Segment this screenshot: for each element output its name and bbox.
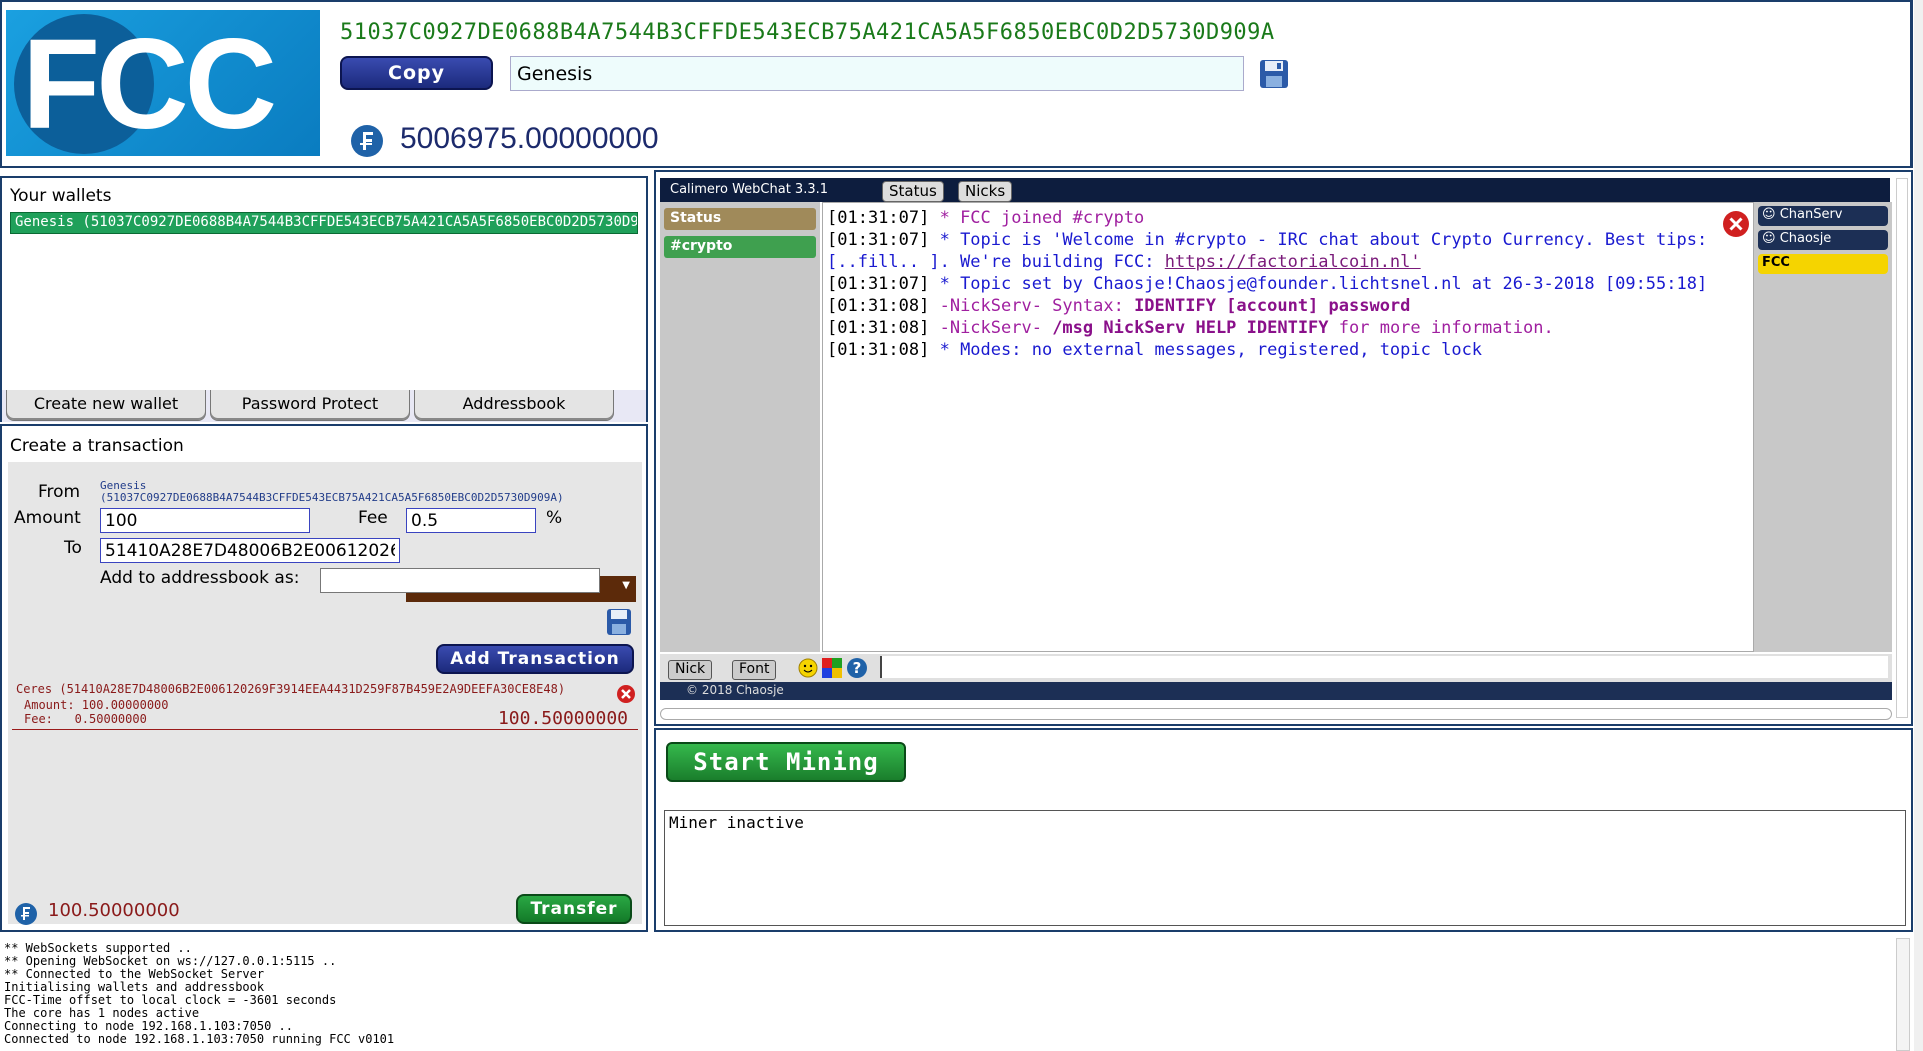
chat-message: [01:31:08] -NickServ- Syntax: IDENTIFY [… (827, 296, 1411, 316)
transaction-title: Create a transaction (10, 436, 184, 456)
miner-panel: Start Mining Miner inactive (654, 728, 1913, 932)
horizontal-scrollbar[interactable] (660, 708, 1892, 720)
svg-text:?: ? (853, 659, 862, 677)
fee-label: Fee (358, 508, 388, 528)
pending-recipient: Ceres (51410A28E7D48006B2E006120269F3914… (16, 682, 566, 696)
log-line: FCC-Time offset to local clock = -3601 s… (4, 993, 337, 1007)
tab-password-protect[interactable]: Password Protect (210, 390, 410, 421)
add-transaction-button[interactable]: Add Transaction (436, 644, 634, 674)
page-scrollbar[interactable] (1914, 0, 1923, 1051)
tab-addressbook[interactable]: Addressbook (414, 390, 614, 421)
fcc-coin-icon (351, 125, 383, 157)
smiley-icon[interactable] (798, 658, 818, 678)
amount-label: Amount (14, 508, 81, 528)
save-icon[interactable] (1258, 58, 1290, 90)
pending-transaction: Ceres (51410A28E7D48006B2E006120269F3914… (12, 680, 638, 730)
nick-list: ☺ ChanServ ☺ Chaosje FCC (1754, 202, 1892, 652)
transfer-button[interactable]: Transfer (516, 894, 632, 924)
addressbook-label: Add to addressbook as: (100, 568, 300, 588)
chat-message: [01:31:07] * Topic is 'Welcome in #crypt… (827, 230, 1718, 272)
wallet-tabs: Create new wallet Password Protect Addre… (0, 390, 648, 422)
chat-message: [01:31:07] * FCC joined #crypto (827, 208, 1145, 228)
chat-panel: Calimero WebChat 3.3.1 Status Nicks Stat… (654, 170, 1913, 726)
balance-amount: 5006975.00000000 (400, 122, 659, 155)
channel-list: Status #crypto (660, 202, 820, 652)
vertical-scrollbar[interactable] (1896, 938, 1910, 1051)
chat-log: [01:31:07] * FCC joined #crypto [01:31:0… (822, 202, 1754, 652)
addressbook-name-input[interactable] (320, 568, 600, 593)
nick-item[interactable]: ☺ Chaosje (1758, 230, 1888, 250)
vertical-scrollbar[interactable] (1896, 178, 1908, 718)
chat-input[interactable] (880, 656, 1888, 678)
nick-item[interactable]: ☺ ChanServ (1758, 206, 1888, 226)
log-line: ** Opening WebSocket on ws://127.0.0.1:5… (4, 954, 337, 968)
chat-version: Calimero WebChat 3.3.1 (670, 182, 829, 197)
save-icon[interactable] (606, 608, 632, 636)
fcc-logo: FCC (6, 10, 320, 156)
miner-status: Miner inactive (664, 810, 1906, 926)
font-button[interactable]: Font (732, 660, 777, 680)
fee-input[interactable] (406, 508, 536, 533)
start-mining-button[interactable]: Start Mining (666, 742, 906, 782)
wallets-panel: Your wallets Genesis (51037C0927DE0688B4… (0, 176, 648, 392)
chat-titlebar: Calimero WebChat 3.3.1 Status Nicks (660, 178, 1890, 202)
nick-item[interactable]: FCC (1758, 254, 1888, 274)
log-line: Connected to node 192.168.1.103:7050 run… (4, 1032, 395, 1046)
transaction-panel: Create a transaction From Genesis (51037… (0, 424, 648, 932)
chat-message: [01:31:08] * Modes: no external messages… (827, 340, 1483, 360)
copy-button[interactable]: Copy (340, 56, 493, 90)
chat-message: [01:31:07] * Topic set by Chaosje!Chaosj… (827, 274, 1708, 294)
transaction-form: From Genesis (51037C0927DE0688B4A7544B3C… (8, 462, 642, 924)
wallets-title: Your wallets (10, 186, 112, 206)
wallet-name-input[interactable] (510, 56, 1244, 91)
wallet-address: 51037C0927DE0688B4A7544B3CFFDE543ECB75A4… (340, 20, 1275, 45)
from-label: From (38, 482, 81, 502)
nick-button[interactable]: Nick (668, 660, 713, 680)
pending-fee: Fee: 0.50000000 (24, 712, 147, 726)
help-icon[interactable]: ? (846, 657, 868, 679)
chat-footer: © 2018 Chaosje (660, 682, 1892, 700)
pending-total: 100.50000000 (497, 708, 628, 729)
channel-status[interactable]: Status (664, 208, 816, 230)
amount-input[interactable] (100, 508, 310, 533)
close-icon[interactable] (1722, 210, 1750, 238)
console-log: ** WebSockets supported .. ** Opening Web… (0, 938, 1896, 1051)
status-button[interactable]: Status (882, 181, 944, 202)
header: FCC 51037C0927DE0688B4A7544B3CFFDE543ECB… (0, 0, 1913, 168)
channel-crypto[interactable]: #crypto (664, 236, 816, 258)
tab-create-new-wallet[interactable]: Create new wallet (6, 390, 206, 421)
chevron-down-icon: ▼ (622, 580, 630, 591)
chat-message: [01:31:08] -NickServ- /msg NickServ HELP… (827, 318, 1554, 338)
from-wallet: Genesis (51037C0927DE0688B4A7544B3CFFDE5… (100, 479, 564, 504)
color-palette-icon[interactable] (822, 658, 842, 678)
log-line: ** Connected to the WebSocket Server (4, 967, 265, 981)
chat-input-bar: Nick Font ? (660, 654, 1892, 682)
topic-link[interactable]: https://factorialcoin.nl' (1165, 252, 1421, 272)
wallet-list-item[interactable]: Genesis (51037C0927DE0688B4A7544B3CFFDE5… (10, 212, 638, 234)
fcc-coin-icon (15, 903, 37, 925)
close-icon[interactable] (616, 684, 636, 704)
nicks-button[interactable]: Nicks (958, 181, 1013, 202)
fee-percent-label: % (546, 508, 563, 528)
transaction-total: 100.50000000 (48, 900, 180, 921)
recipient-address-input[interactable] (100, 538, 400, 563)
pending-amount: Amount: 100.00000000 (24, 698, 169, 712)
to-label: To (64, 538, 82, 558)
